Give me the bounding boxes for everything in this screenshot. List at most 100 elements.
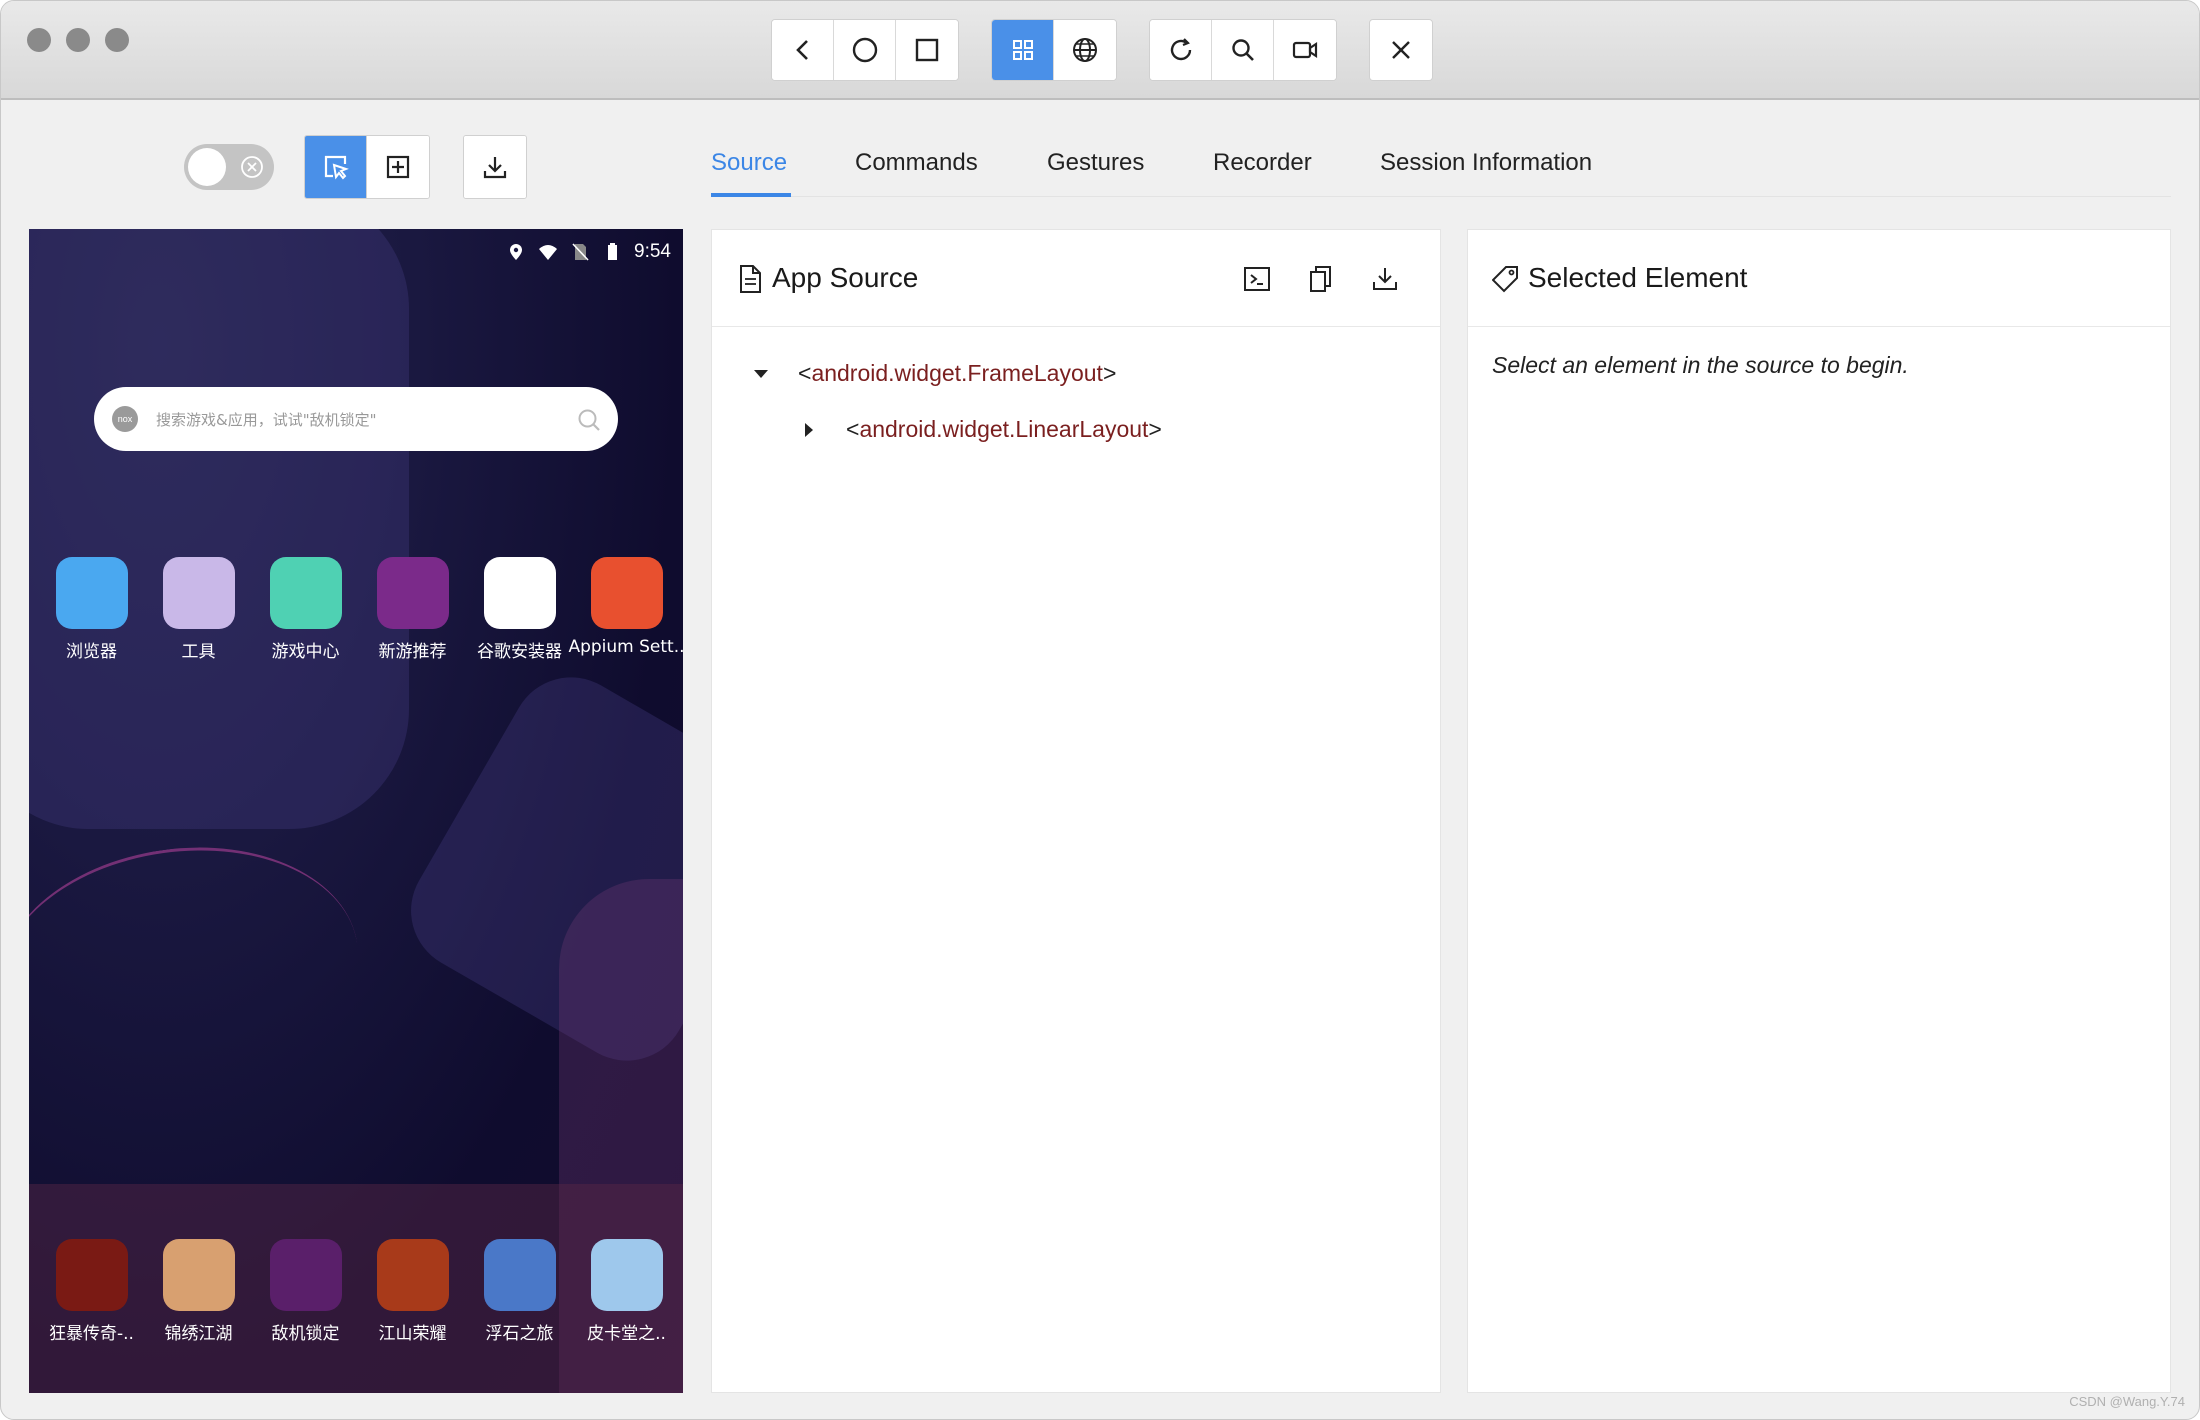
video-icon (1292, 41, 1318, 59)
status-time: 9:54 (634, 241, 671, 262)
title-bar (1, 1, 2199, 100)
app-label: Appium Sett.. (568, 637, 683, 657)
square-icon (915, 38, 939, 62)
tag-icon (1492, 266, 1518, 293)
app-source-panel: App Source < android.widget.FrameLayout > (711, 229, 1441, 1393)
tab-commands[interactable]: Commands (855, 149, 978, 177)
app-label: 狂暴传奇-.. (49, 1324, 134, 1344)
plus-square-icon (386, 155, 410, 179)
app-launcher-item[interactable]: 锦绣江湖 (146, 1239, 251, 1344)
close-icon (1392, 41, 1410, 59)
app-icon (376, 1239, 449, 1311)
app-launcher-item[interactable]: 敌机锁定 (253, 1239, 358, 1344)
file-icon (740, 265, 761, 293)
app-label: 皮卡堂之.. (587, 1324, 666, 1344)
tab-recorder[interactable]: Recorder (1213, 149, 1312, 177)
device-search-bar[interactable]: nox 搜索游戏&应用，试试"敌机锁定" (94, 387, 618, 451)
app-icon (55, 1239, 128, 1311)
wallpaper-shape (29, 229, 409, 829)
app-launcher-item[interactable]: 江山荣耀 (360, 1239, 465, 1344)
refresh-icon (1170, 38, 1191, 61)
device-search-placeholder: 搜索游戏&应用，试试"敌机锁定" (156, 411, 377, 429)
app-icon (590, 557, 663, 629)
selected-element-empty-message: Select an element in the source to begin… (1492, 352, 1909, 378)
window-zoom-dot[interactable] (105, 28, 129, 52)
tab-session-information[interactable]: Session Information (1380, 149, 1592, 177)
no-sim-icon (572, 243, 589, 261)
app-label: 江山荣耀 (378, 1324, 447, 1344)
tag-name: android.widget.FrameLayout (811, 360, 1103, 386)
app-switch-button[interactable] (896, 20, 958, 80)
app-label: 新游推荐 (378, 642, 447, 662)
app-launcher-item[interactable]: 游戏中心 (253, 557, 358, 662)
app-launcher-item[interactable]: 狂暴传奇-.. (39, 1239, 144, 1344)
app-source-title: App Source (772, 262, 919, 293)
nox-logo-icon: nox (112, 406, 138, 432)
download-screenshot-button[interactable] (464, 136, 526, 198)
app-launcher-item[interactable]: 浏览器 (39, 557, 144, 662)
tag-name: android.widget.LinearLayout (859, 416, 1149, 442)
toggle-knob (188, 148, 226, 186)
selected-element-header: Selected Element (1468, 230, 2170, 327)
tag-close-bracket: > (1148, 416, 1162, 442)
appium-inspector-window: Source Commands Gestures Recorder Sessio… (0, 0, 2200, 1420)
refresh-button[interactable] (1150, 20, 1212, 80)
back-button[interactable] (772, 20, 834, 80)
inspect-mode-group (304, 135, 430, 199)
app-icon (483, 1239, 556, 1311)
show-attributes-toggle[interactable] (184, 144, 274, 190)
record-button[interactable] (1274, 20, 1336, 80)
web-mode-button[interactable] (1054, 20, 1116, 80)
window-close-dot[interactable] (27, 28, 51, 52)
window-minimize-dot[interactable] (66, 28, 90, 52)
tag-open-bracket: < (798, 360, 812, 386)
session-actions-group (1149, 19, 1337, 81)
app-icon (483, 557, 556, 629)
copy-icon[interactable] (1306, 264, 1336, 294)
app-launcher-item[interactable]: 浮石之旅 (467, 1239, 572, 1344)
watermark: CSDN @Wang.Y.74 (2069, 1394, 2185, 1409)
app-icon (376, 557, 449, 629)
back-icon (795, 40, 808, 60)
app-launcher-item[interactable]: 皮卡堂之.. (574, 1239, 679, 1344)
globe-icon (1073, 38, 1097, 62)
quit-session-button[interactable] (1370, 20, 1432, 80)
close-circle-icon (241, 156, 263, 178)
tag-close-bracket: > (1102, 360, 1117, 386)
selected-element-panel: Selected Element Select an element in th… (1467, 229, 2171, 1393)
select-cursor-icon (324, 155, 349, 180)
tab-source[interactable]: Source (711, 149, 787, 177)
app-launcher-item[interactable]: Appium Sett.. (568, 557, 683, 662)
caret-right-icon[interactable] (800, 421, 818, 439)
native-mode-button[interactable] (992, 20, 1054, 80)
app-label: 浏览器 (66, 642, 117, 662)
app-label: 游戏中心 (271, 642, 340, 662)
app-icon (269, 1239, 342, 1311)
caret-down-icon[interactable] (752, 365, 770, 383)
app-label: 锦绣江湖 (164, 1324, 233, 1344)
device-nav-group (771, 19, 959, 81)
device-screenshot[interactable]: 9:54 nox 搜索游戏&应用，试试"敌机锁定" 浏览器 工具 游戏中心 新游推荐 谷… (29, 229, 683, 1393)
inspector-tabs: Source Commands Gestures Recorder Sessio… (711, 135, 2171, 197)
tab-gestures[interactable]: Gestures (1047, 149, 1144, 177)
download-icon[interactable] (1370, 264, 1400, 294)
select-element-button[interactable] (305, 136, 367, 198)
context-mode-group (991, 19, 1117, 81)
wallpaper-line (29, 825, 374, 1113)
terminal-icon[interactable] (1242, 264, 1272, 294)
app-source-header: App Source (712, 230, 1440, 327)
device-status-bar: 9:54 (506, 235, 671, 269)
search-element-button[interactable] (1212, 20, 1274, 80)
app-label: 工具 (181, 642, 216, 662)
app-label: 谷歌安装器 (477, 642, 562, 662)
dock-row: 狂暴传奇-.. 锦绣江湖 敌机锁定 江山荣耀 浮石之旅 皮卡堂之.. (39, 1239, 679, 1344)
home-button[interactable] (834, 20, 896, 80)
tree-node-linearlayout[interactable]: < android.widget.LinearLayout > (800, 416, 1162, 443)
app-launcher-item[interactable]: 谷歌安装器 (467, 557, 572, 662)
home-icon (852, 37, 877, 63)
search-icon (1231, 39, 1254, 61)
tree-node-framelayout[interactable]: < android.widget.FrameLayout > (752, 360, 1116, 387)
app-launcher-item[interactable]: 工具 (146, 557, 251, 662)
tap-coordinates-button[interactable] (367, 136, 429, 198)
app-launcher-item[interactable]: 新游推荐 (360, 557, 465, 662)
